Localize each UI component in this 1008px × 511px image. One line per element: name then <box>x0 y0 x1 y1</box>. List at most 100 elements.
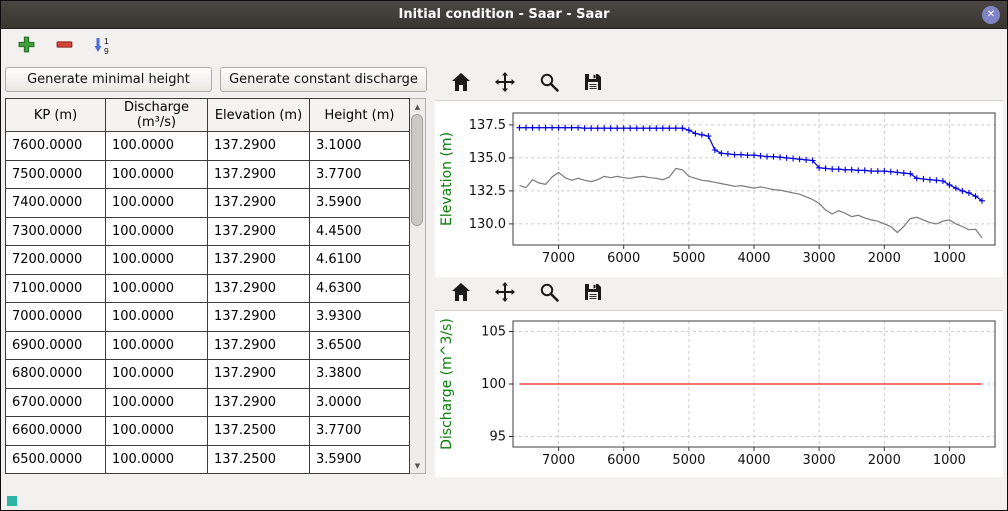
svg-text:95: 95 <box>489 430 506 445</box>
vertical-scrollbar[interactable]: ▲ ▼ <box>410 98 426 474</box>
save-button[interactable] <box>579 70 607 98</box>
home-button[interactable] <box>447 280 475 308</box>
table-cell[interactable]: 4.4500 <box>310 217 410 246</box>
zoom-icon <box>537 280 561 307</box>
svg-text:6000: 6000 <box>607 251 640 266</box>
table-cell[interactable]: 100.0000 <box>106 417 208 446</box>
pan-button[interactable] <box>491 280 519 308</box>
sort-button[interactable]: 1 9 <box>89 33 115 59</box>
table-cell[interactable]: 137.2900 <box>208 132 310 161</box>
pan-icon <box>493 280 517 307</box>
column-header[interactable]: KP (m) <box>6 99 106 132</box>
table-cell[interactable]: 137.2900 <box>208 388 310 417</box>
svg-text:6000: 6000 <box>607 453 640 468</box>
table-cell[interactable]: 7300.0000 <box>6 217 106 246</box>
zoom-button[interactable] <box>535 70 563 98</box>
column-header[interactable]: Discharge (m³/s) <box>106 99 208 132</box>
elevation-plot-toolbar <box>435 67 1003 101</box>
elevation-chart[interactable]: 7000600050004000300020001000130.0132.513… <box>435 101 1003 277</box>
window: Initial condition - Saar - Saar ✕ 1 9 <box>0 0 1008 511</box>
generate-constant-discharge-button[interactable]: Generate constant discharge <box>220 67 427 92</box>
table-cell[interactable]: 3.5900 <box>310 189 410 218</box>
main-toolbar: 1 9 <box>1 29 1007 63</box>
scroll-up-button[interactable]: ▲ <box>410 99 425 114</box>
table-cell[interactable]: 6600.0000 <box>6 417 106 446</box>
table-cell[interactable]: 6500.0000 <box>6 445 106 474</box>
svg-text:137.5: 137.5 <box>469 118 506 133</box>
scrollbar-track[interactable] <box>410 114 425 458</box>
table-cell[interactable]: 137.2900 <box>208 160 310 189</box>
table-cell[interactable]: 7100.0000 <box>6 274 106 303</box>
table-cell[interactable]: 137.2900 <box>208 331 310 360</box>
table-cell[interactable]: 3.9300 <box>310 303 410 332</box>
table-cell[interactable]: 3.5900 <box>310 445 410 474</box>
table-cell[interactable]: 3.7700 <box>310 160 410 189</box>
svg-text:Discharge (m^3/s): Discharge (m^3/s) <box>439 318 455 450</box>
table-cell[interactable]: 6700.0000 <box>6 388 106 417</box>
remove-row-button[interactable] <box>51 33 77 59</box>
generate-button-row: Generate minimal height Generate constan… <box>5 67 427 92</box>
svg-text:9: 9 <box>104 46 109 55</box>
table-cell[interactable]: 7500.0000 <box>6 160 106 189</box>
table-cell[interactable]: 100.0000 <box>106 331 208 360</box>
scroll-down-button[interactable]: ▼ <box>410 458 425 473</box>
table-cell[interactable]: 137.2900 <box>208 274 310 303</box>
table-cell[interactable]: 4.6300 <box>310 274 410 303</box>
svg-text:105: 105 <box>481 325 506 340</box>
table-cell[interactable]: 3.3800 <box>310 360 410 389</box>
table-cell[interactable]: 4.6100 <box>310 246 410 275</box>
table-cell[interactable]: 100.0000 <box>106 445 208 474</box>
table-cell[interactable]: 100.0000 <box>106 303 208 332</box>
svg-text:130.0: 130.0 <box>469 217 506 232</box>
table-cell[interactable]: 3.7700 <box>310 417 410 446</box>
generate-minimal-height-button[interactable]: Generate minimal height <box>5 67 212 92</box>
table-cell[interactable]: 6800.0000 <box>6 360 106 389</box>
table-cell[interactable]: 7400.0000 <box>6 189 106 218</box>
table-body: 7600.0000100.0000137.29003.10007500.0000… <box>6 132 410 474</box>
table-row: 7000.0000100.0000137.29003.9300 <box>6 303 410 332</box>
home-button[interactable] <box>447 70 475 98</box>
window-title: Initial condition - Saar - Saar <box>398 7 609 22</box>
table-cell[interactable]: 100.0000 <box>106 388 208 417</box>
close-button[interactable]: ✕ <box>982 6 1000 24</box>
discharge-chart[interactable]: 700060005000400030002000100095100105Disc… <box>435 311 1003 477</box>
table-header-row: KP (m)Discharge (m³/s)Elevation (m)Heigh… <box>6 99 410 132</box>
table-cell[interactable]: 6900.0000 <box>6 331 106 360</box>
table-cell[interactable]: 137.2900 <box>208 246 310 275</box>
table-cell[interactable]: 100.0000 <box>106 217 208 246</box>
table-cell[interactable]: 3.6500 <box>310 331 410 360</box>
svg-text:100: 100 <box>481 377 506 392</box>
zoom-button[interactable] <box>535 280 563 308</box>
close-icon: ✕ <box>987 9 995 20</box>
svg-text:1: 1 <box>104 36 109 46</box>
add-row-button[interactable] <box>13 33 39 59</box>
pan-icon <box>493 70 517 97</box>
table-area: KP (m)Discharge (m³/s)Elevation (m)Heigh… <box>5 98 427 474</box>
table-cell[interactable]: 137.2500 <box>208 417 310 446</box>
table-cell[interactable]: 137.2900 <box>208 360 310 389</box>
save-button[interactable] <box>579 280 607 308</box>
table-cell[interactable]: 7600.0000 <box>6 132 106 161</box>
scrollbar-thumb[interactable] <box>411 114 423 226</box>
table-cell[interactable]: 100.0000 <box>106 274 208 303</box>
pan-button[interactable] <box>491 70 519 98</box>
svg-text:2000: 2000 <box>868 251 901 266</box>
table-cell[interactable]: 100.0000 <box>106 189 208 218</box>
column-header[interactable]: Elevation (m) <box>208 99 310 132</box>
column-header[interactable]: Height (m) <box>310 99 410 132</box>
table-cell[interactable]: 100.0000 <box>106 246 208 275</box>
table-cell[interactable]: 3.0000 <box>310 388 410 417</box>
table-cell[interactable]: 100.0000 <box>106 160 208 189</box>
table-cell[interactable]: 137.2900 <box>208 303 310 332</box>
plus-icon <box>17 35 36 57</box>
svg-text:2000: 2000 <box>868 453 901 468</box>
table-cell[interactable]: 7000.0000 <box>6 303 106 332</box>
table-cell[interactable]: 100.0000 <box>106 360 208 389</box>
table-cell[interactable]: 137.2900 <box>208 217 310 246</box>
table-cell[interactable]: 137.2500 <box>208 445 310 474</box>
table-cell[interactable]: 100.0000 <box>106 132 208 161</box>
table-cell[interactable]: 7200.0000 <box>6 246 106 275</box>
table-cell[interactable]: 137.2900 <box>208 189 310 218</box>
table-cell[interactable]: 3.1000 <box>310 132 410 161</box>
sort-numeric-icon: 1 9 <box>92 35 112 58</box>
